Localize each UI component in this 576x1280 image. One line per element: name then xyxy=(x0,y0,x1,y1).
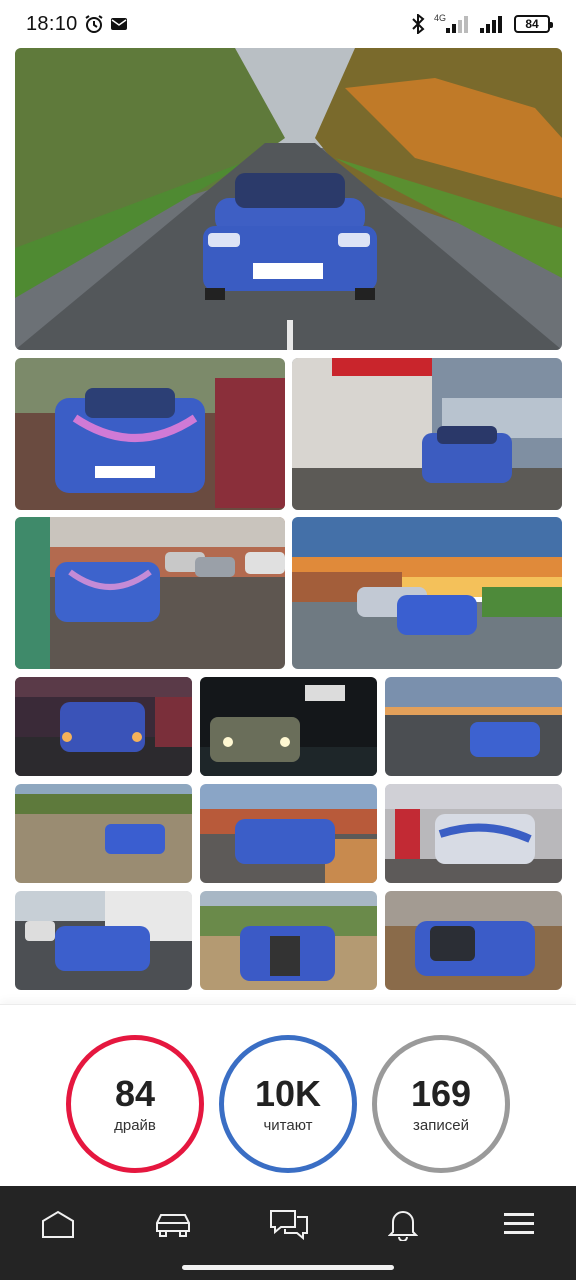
nav-messages[interactable] xyxy=(264,1204,314,1244)
messages-icon xyxy=(270,1210,308,1240)
photo-12[interactable] xyxy=(15,891,192,990)
home-indicator xyxy=(182,1265,394,1270)
photo-6[interactable] xyxy=(15,677,192,776)
menu-icon xyxy=(504,1213,534,1234)
nav-garage[interactable] xyxy=(148,1204,198,1244)
photo-10[interactable] xyxy=(200,784,377,883)
posts-value: 169 xyxy=(410,1072,472,1114)
followers-value: 10K xyxy=(254,1072,322,1114)
drive-value: 84 xyxy=(114,1072,156,1114)
nav-home[interactable] xyxy=(33,1204,83,1244)
posts-label: записей xyxy=(413,1116,469,1134)
posts-stat[interactable]: 169 записей xyxy=(372,1035,510,1173)
photo-4[interactable] xyxy=(15,517,285,669)
photo-gallery xyxy=(0,0,576,1000)
home-icon xyxy=(42,1210,74,1238)
followers-label: читают xyxy=(263,1116,313,1134)
nav-notifications[interactable] xyxy=(378,1204,428,1244)
photo-3[interactable] xyxy=(292,358,562,510)
photo-5[interactable] xyxy=(292,517,562,669)
photo-2[interactable] xyxy=(15,358,285,510)
followers-stat[interactable]: 10K читают xyxy=(219,1035,357,1173)
nav-menu[interactable] xyxy=(494,1204,544,1244)
bottom-navigation xyxy=(0,1186,576,1280)
drive-label: драйв xyxy=(114,1116,156,1134)
photo-9[interactable] xyxy=(15,784,192,883)
photo-14[interactable] xyxy=(385,891,562,990)
photo-11[interactable] xyxy=(385,784,562,883)
photo-hero[interactable] xyxy=(15,48,562,350)
photo-7[interactable] xyxy=(200,677,377,776)
drive-stat[interactable]: 84 драйв xyxy=(66,1035,204,1173)
photo-8[interactable] xyxy=(385,677,562,776)
photo-13[interactable] xyxy=(200,891,377,990)
garage-icon xyxy=(156,1214,190,1237)
profile-stats: 84 драйв 10K читают 169 записей xyxy=(0,1004,576,1186)
notifications-icon xyxy=(388,1211,418,1241)
